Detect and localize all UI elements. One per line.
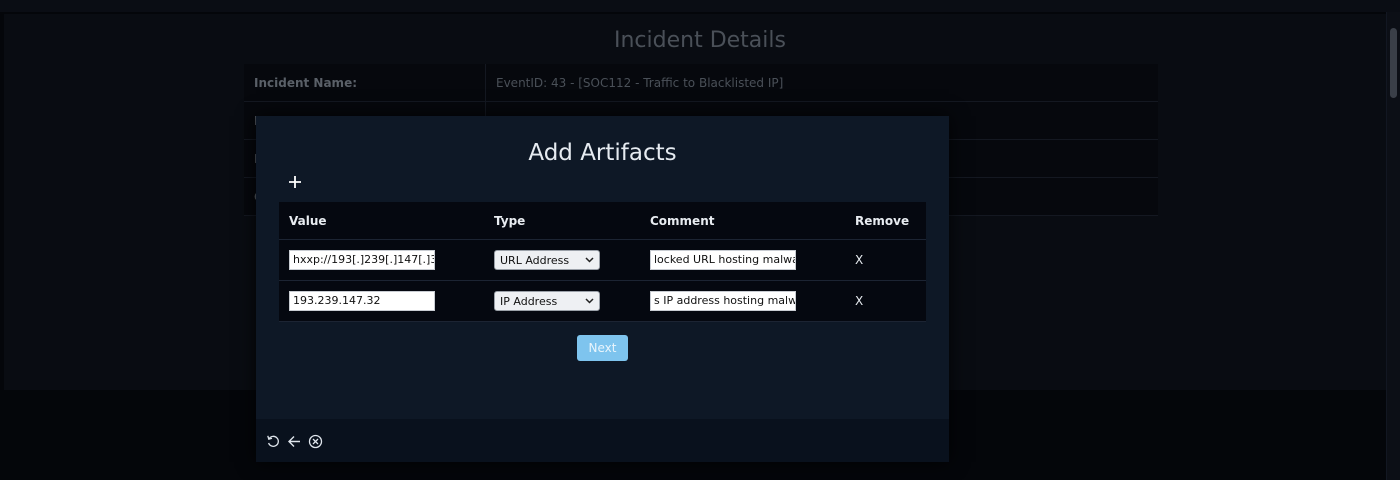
plus-icon[interactable] <box>288 173 304 193</box>
chevron-down-icon <box>585 257 594 263</box>
column-header-value: Value <box>289 213 327 228</box>
modal-footer <box>256 419 949 462</box>
incident-row: Incident Name: EventID: 43 - [SOC112 - T… <box>244 64 1158 102</box>
close-circle-icon[interactable] <box>308 434 323 449</box>
page: Incident Details Incident Name: EventID:… <box>0 0 1400 480</box>
artifact-comment-input[interactable]: s IP address hosting malware <box>650 291 796 311</box>
incident-row-value: EventID: 43 - [SOC112 - Traffic to Black… <box>496 76 784 90</box>
top-bar <box>0 0 1400 12</box>
artifacts-table-header: Value Type Comment Remove <box>279 202 926 240</box>
artifacts-table: Value Type Comment Remove hxxp://193[.]2… <box>279 202 926 322</box>
column-header-comment: Comment <box>650 213 715 228</box>
column-header-remove: Remove <box>855 213 910 228</box>
column-header-type: Type <box>494 213 526 228</box>
incident-row-label: Incident Name: <box>244 64 486 101</box>
add-artifacts-modal: Add Artifacts Value Type Comment Remove … <box>256 116 949 462</box>
scrollbar[interactable] <box>1386 12 1400 480</box>
table-row: 193.239.147.32 IP Address s IP address h… <box>279 281 926 322</box>
artifact-type-selected: URL Address <box>500 253 570 267</box>
refresh-icon[interactable] <box>266 434 281 449</box>
artifact-type-selected: IP Address <box>500 294 558 308</box>
table-row: hxxp://193[.]239[.]147[.]32/C URL Addres… <box>279 240 926 281</box>
artifact-value-input[interactable]: 193.239.147.32 <box>289 291 435 311</box>
remove-row-button[interactable]: X <box>855 294 863 308</box>
next-button[interactable]: Next <box>577 335 628 361</box>
back-arrow-icon[interactable] <box>287 434 302 449</box>
artifact-value-input[interactable]: hxxp://193[.]239[.]147[.]32/C <box>289 250 435 270</box>
remove-row-button[interactable]: X <box>855 253 863 267</box>
modal-title: Add Artifacts <box>528 140 677 166</box>
incident-details-title: Incident Details <box>614 28 786 53</box>
chevron-down-icon <box>585 298 594 304</box>
artifact-type-select[interactable]: URL Address <box>494 250 600 270</box>
artifact-type-select[interactable]: IP Address <box>494 291 600 311</box>
artifact-comment-input[interactable]: locked URL hosting malware <box>650 250 796 270</box>
